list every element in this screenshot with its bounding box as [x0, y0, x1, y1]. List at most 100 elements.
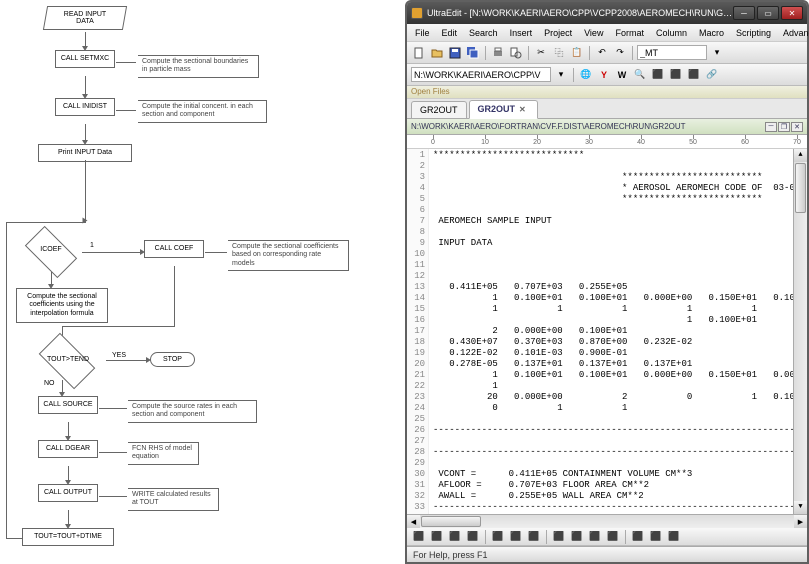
toolbar-copy-icon[interactable]: ⿻ — [551, 45, 567, 61]
menu-project[interactable]: Project — [538, 26, 578, 40]
node-call-coef: CALL COEF — [144, 240, 204, 258]
toolbar-bottom: ⬛ ⬛ ⬛ ⬛ ⬛ ⬛ ⬛ ⬛ ⬛ ⬛ ⬛ ⬛ ⬛ ⬛ — [407, 528, 807, 546]
toolbar-dropdown-icon[interactable]: ▾ — [709, 45, 725, 61]
editor-window: UltraEdit - [N:\WORK\KAERI\AERO\CPP\VCPP… — [405, 0, 809, 564]
doc-close-button[interactable]: ✕ — [791, 122, 803, 132]
status-text: For Help, press F1 — [413, 550, 488, 560]
document-area: N:\WORK\KAERI\AERO\FORTRAN\CVF.F.DIST\AE… — [407, 119, 807, 528]
tab-close-icon[interactable]: ✕ — [519, 105, 529, 115]
toolbar-redo-icon[interactable]: ↷ — [612, 45, 628, 61]
toolbar-yahoo-icon[interactable]: Y — [596, 67, 612, 83]
node-icoef: ICOEF — [18, 232, 84, 272]
tab-gr2out-2[interactable]: GR2OUT✕ — [469, 100, 539, 119]
doc-minimize-button[interactable]: ─ — [765, 122, 777, 132]
menu-scripting[interactable]: Scripting — [730, 26, 777, 40]
toolbar-undo-icon[interactable]: ↶ — [594, 45, 610, 61]
toolbar-cut-icon[interactable]: ✂ — [533, 45, 549, 61]
tb-k-icon[interactable]: ⬛ — [605, 529, 621, 545]
maximize-button[interactable]: ▭ — [757, 6, 779, 20]
toolbar-paste-icon[interactable]: 📋 — [569, 45, 585, 61]
tb-i-icon[interactable]: ⬛ — [569, 529, 585, 545]
toolbar-2: ▾ 🌐 Y W 🔍 ⬛ ⬛ ⬛ 🔗 — [407, 64, 807, 86]
scroll-down-button[interactable]: ▼ — [794, 501, 807, 514]
node-call-inidist: CALL INIDIST — [55, 98, 115, 116]
find-combo[interactable] — [637, 45, 707, 60]
horizontal-scrollbar[interactable]: ◀ ▶ — [407, 514, 807, 528]
menu-file[interactable]: File — [409, 26, 436, 40]
node-tout-dtime: TOUT=TOUT+DTIME — [22, 528, 114, 546]
toolbar-globe-icon[interactable]: 🌐 — [578, 67, 594, 83]
toolbar-save-icon[interactable] — [447, 45, 463, 61]
toolbar-link-icon[interactable]: 🔗 — [704, 67, 720, 83]
menu-format[interactable]: Format — [609, 26, 650, 40]
tb-f-icon[interactable]: ⬛ — [508, 529, 524, 545]
tb-c-icon[interactable]: ⬛ — [447, 529, 463, 545]
toolbar-1: ✂ ⿻ 📋 ↶ ↷ ▾ — [407, 42, 807, 64]
toolbar-printpreview-icon[interactable] — [508, 45, 524, 61]
code-text[interactable]: **************************** ***********… — [429, 149, 793, 514]
toolbar-print-icon[interactable] — [490, 45, 506, 61]
menu-column[interactable]: Column — [650, 26, 693, 40]
scroll-right-button[interactable]: ▶ — [794, 515, 807, 528]
scroll-up-button[interactable]: ▲ — [794, 149, 807, 162]
tb-a-icon[interactable]: ⬛ — [411, 529, 427, 545]
toolbar-books2-icon[interactable]: ⬛ — [668, 67, 684, 83]
titlebar[interactable]: UltraEdit - [N:\WORK\KAERI\AERO\CPP\VCPP… — [407, 2, 807, 24]
close-button[interactable]: ✕ — [781, 6, 803, 20]
document-header: N:\WORK\KAERI\AERO\FORTRAN\CVF.F.DIST\AE… — [407, 119, 807, 135]
toolbar-saveall-icon[interactable] — [465, 45, 481, 61]
scroll-thumb[interactable] — [795, 163, 806, 213]
menu-search[interactable]: Search — [463, 26, 504, 40]
tb-n-icon[interactable]: ⬛ — [666, 529, 682, 545]
minimize-button[interactable]: ─ — [733, 6, 755, 20]
note-output: WRITE calculated results at TOUT — [128, 488, 218, 511]
window-title: UltraEdit - [N:\WORK\KAERI\AERO\CPP\VCPP… — [427, 8, 733, 18]
tb-m-icon[interactable]: ⬛ — [648, 529, 664, 545]
open-files-label: Open Files — [407, 86, 807, 99]
label-icoef-1: 1 — [90, 242, 94, 249]
toolbar-wiki-icon[interactable]: W — [614, 67, 630, 83]
menu-view[interactable]: View — [578, 26, 609, 40]
toolbar-search-icon[interactable]: 🔍 — [632, 67, 648, 83]
tb-l-icon[interactable]: ⬛ — [630, 529, 646, 545]
toolbar-new-icon[interactable] — [411, 45, 427, 61]
tb-j-icon[interactable]: ⬛ — [587, 529, 603, 545]
menu-edit[interactable]: Edit — [436, 26, 464, 40]
node-call-setmxc: CALL SETMXC — [55, 50, 115, 68]
hscroll-thumb[interactable] — [421, 516, 481, 527]
scroll-left-button[interactable]: ◀ — [407, 515, 420, 528]
node-tout-tend: TOUT>TEND — [28, 340, 108, 380]
menu-macro[interactable]: Macro — [693, 26, 730, 40]
tb-g-icon[interactable]: ⬛ — [526, 529, 542, 545]
node-read-input: READ INPUT DATA — [43, 6, 127, 30]
node-call-source: CALL SOURCE — [38, 396, 98, 414]
note-inidist: Compute the initial concent. in each sec… — [138, 100, 266, 123]
menubar: File Edit Search Insert Project View For… — [407, 24, 807, 42]
toolbar-books-icon[interactable]: ⬛ — [650, 67, 666, 83]
label-no: NO — [44, 380, 55, 387]
toolbar-open-icon[interactable] — [429, 45, 445, 61]
tb-b-icon[interactable]: ⬛ — [429, 529, 445, 545]
tb-h-icon[interactable]: ⬛ — [551, 529, 567, 545]
line-gutter: 1 2 3 4 5 6 7 8 9 10 11 12 13 14 15 16 1… — [407, 149, 429, 514]
menu-advanced[interactable]: Advanced — [777, 26, 809, 40]
note-setmxc: Compute the sectional boundaries in part… — [138, 55, 258, 78]
note-dgear: FCN RHS of model equation — [128, 442, 198, 465]
doc-restore-button[interactable]: ❐ — [778, 122, 790, 132]
note-source: Compute the source rates in each section… — [128, 400, 256, 423]
label-yes: YES — [112, 352, 126, 359]
node-call-output: CALL OUTPUT — [38, 484, 98, 502]
menu-insert[interactable]: Insert — [504, 26, 539, 40]
document-path: N:\WORK\KAERI\AERO\FORTRAN\CVF.F.DIST\AE… — [411, 122, 686, 131]
tb-e-icon[interactable]: ⬛ — [490, 529, 506, 545]
path-input[interactable] — [411, 67, 551, 82]
toolbar-dropdown2-icon[interactable]: ▾ — [553, 67, 569, 83]
toolbar-books3-icon[interactable]: ⬛ — [686, 67, 702, 83]
app-icon — [411, 7, 423, 19]
tab-gr2out-1[interactable]: GR2OUT — [411, 101, 467, 118]
tb-d-icon[interactable]: ⬛ — [465, 529, 481, 545]
file-tabs: GR2OUT GR2OUT✕ — [407, 99, 807, 119]
note-coef: Compute the sectional coefficients based… — [228, 240, 348, 271]
ruler: 010203040506070 — [407, 135, 807, 149]
vertical-scrollbar[interactable]: ▲ ▼ — [793, 149, 807, 514]
